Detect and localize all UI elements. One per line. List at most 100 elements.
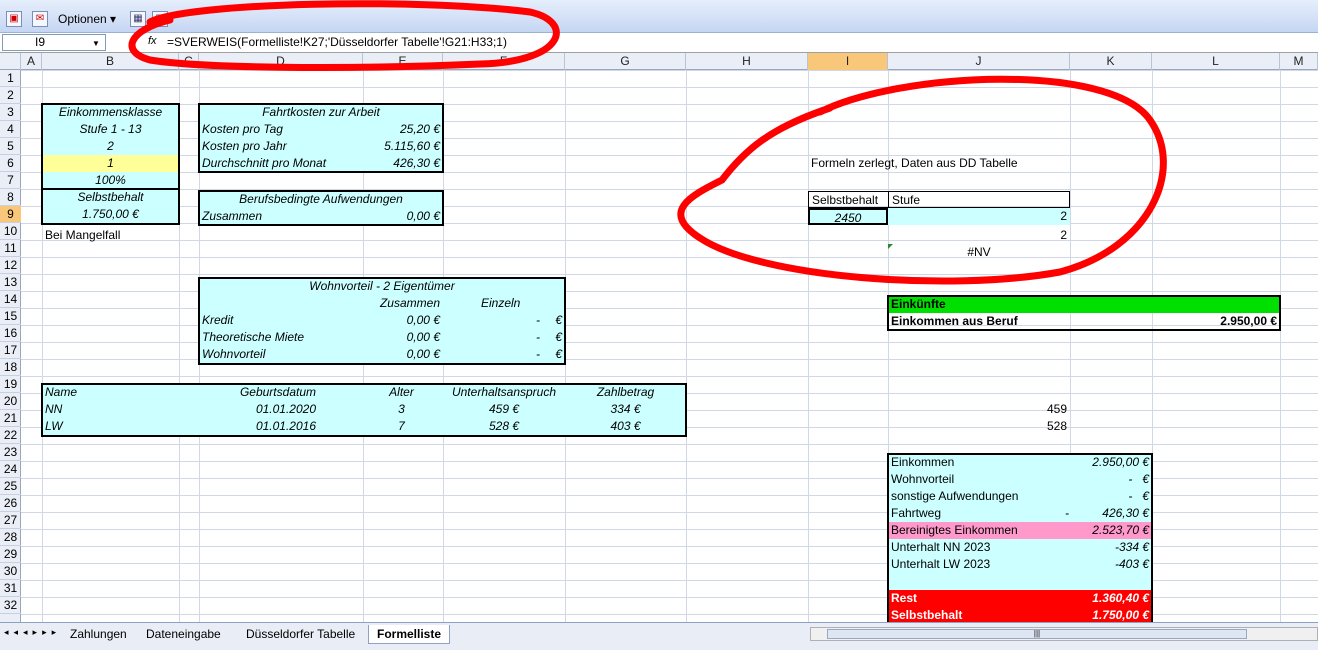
row-header[interactable]: 5	[0, 138, 21, 155]
summary-value[interactable]: -334 €	[1070, 539, 1152, 556]
summary-value[interactable]: 2.523,70 €	[1070, 522, 1152, 539]
wohnvorteil-einzeln[interactable]: -	[443, 329, 543, 346]
row-header[interactable]: 17	[0, 342, 21, 359]
summary-label[interactable]: Wohnvorteil	[888, 471, 1070, 488]
tab-formelliste[interactable]: Formelliste	[368, 625, 451, 644]
row-header[interactable]: 24	[0, 461, 21, 478]
wohnvorteil-zusammen[interactable]: 0,00 €	[363, 312, 443, 329]
row-header[interactable]: 29	[0, 546, 21, 563]
kinder-zahlbetrag[interactable]: 403 €	[565, 418, 686, 435]
k21-value[interactable]: 528	[888, 418, 1070, 435]
berufsbedingt-label[interactable]: Zusammen	[199, 208, 363, 225]
row-header[interactable]: 11	[0, 240, 21, 257]
wohnvorteil-label[interactable]: Wohnvorteil	[199, 346, 363, 363]
fahrtkosten-label[interactable]: Durchschnitt pro Monat	[199, 155, 363, 172]
row-header[interactable]: 13	[0, 274, 21, 291]
table-icon[interactable]: ▤	[152, 11, 168, 27]
row-header[interactable]: 12	[0, 257, 21, 274]
kinder-alter[interactable]: 7	[319, 418, 443, 435]
summary-label[interactable]: Fahrtweg	[888, 505, 1070, 522]
wohnvorteil-col-einzeln[interactable]: Einzeln	[443, 295, 565, 312]
row-header[interactable]: 23	[0, 444, 21, 461]
row-header[interactable]: 2	[0, 87, 21, 104]
row-header[interactable]: 9	[0, 206, 21, 223]
kinder-header-name[interactable]: Name	[42, 384, 199, 401]
column-header-e[interactable]: E	[363, 53, 443, 70]
fahrtkosten-value[interactable]: 426,30 €	[363, 155, 443, 172]
summary-value[interactable]: - €	[1070, 488, 1152, 505]
pdf-mail-icon[interactable]: ✉	[32, 11, 48, 27]
dd-selbstbehalt-header[interactable]: Selbstbehalt	[808, 191, 888, 208]
einkuenfte-title[interactable]: Einkünfte	[888, 296, 1280, 313]
row-header[interactable]: 3	[0, 104, 21, 121]
name-box[interactable]: I9	[2, 34, 106, 51]
wohnvorteil-col-zusammen[interactable]: Zusammen	[363, 295, 443, 312]
row-header[interactable]: 28	[0, 529, 21, 546]
wohnvorteil-einzeln[interactable]: -	[443, 312, 543, 329]
column-header-k[interactable]: K	[1070, 53, 1152, 70]
row-header[interactable]: 20	[0, 393, 21, 410]
column-header-d[interactable]: D	[199, 53, 363, 70]
column-header-a[interactable]: A	[21, 53, 42, 70]
kinder-unterhalt[interactable]: 459 €	[443, 401, 565, 418]
dd-j11-error[interactable]: #NV	[888, 244, 1070, 261]
tab-duesseldorfer-tabelle[interactable]: Düsseldorfer Tabelle	[238, 625, 363, 643]
summary-label[interactable]: Bereinigtes Einkommen	[888, 522, 1070, 539]
row-header[interactable]: 30	[0, 563, 21, 580]
stufe-label[interactable]: Stufe 1 - 13	[42, 121, 179, 138]
fahrtkosten-title[interactable]: Fahrtkosten zur Arbeit	[199, 104, 443, 121]
wohnvorteil-zusammen[interactable]: 0,00 €	[363, 329, 443, 346]
dd-j10-value[interactable]: 2	[888, 227, 1070, 244]
function-icon[interactable]: fx	[148, 35, 157, 47]
kinder-unterhalt[interactable]: 528 €	[443, 418, 565, 435]
row-header[interactable]: 6	[0, 155, 21, 172]
options-menu[interactable]: Optionen ▾	[58, 12, 116, 26]
fahrtkosten-value[interactable]: 25,20 €	[363, 121, 443, 138]
row-header[interactable]: 15	[0, 308, 21, 325]
column-header-c[interactable]: C	[179, 53, 199, 70]
row-header[interactable]: 14	[0, 291, 21, 308]
fahrtkosten-label[interactable]: Kosten pro Jahr	[199, 138, 363, 155]
stufe-value-2[interactable]: 2	[42, 138, 179, 155]
percent-value[interactable]: 100%	[42, 172, 179, 189]
dd-stufe-value[interactable]: 2	[888, 208, 1070, 225]
summary-label[interactable]: Einkommen	[888, 454, 1070, 471]
row-header[interactable]: 31	[0, 580, 21, 597]
column-header-f[interactable]: F	[443, 53, 565, 70]
select-all-corner[interactable]	[0, 53, 21, 70]
summary-label[interactable]	[888, 573, 1070, 590]
summary-label[interactable]: Unterhalt LW 2023	[888, 556, 1070, 573]
wohnvorteil-zusammen[interactable]: 0,00 €	[363, 346, 443, 363]
tab-dateneingabe[interactable]: Dateneingabe	[138, 625, 229, 643]
kinder-geburtsdatum[interactable]: 01.01.2020	[199, 401, 319, 418]
row-header[interactable]: 16	[0, 325, 21, 342]
row-header[interactable]: 1	[0, 70, 21, 87]
einkuenfte-label[interactable]: Einkommen aus Beruf	[888, 313, 1152, 330]
kinder-geburtsdatum[interactable]: 01.01.2016	[199, 418, 319, 435]
summary-value[interactable]	[1070, 573, 1152, 590]
einkommensklasse-title[interactable]: Einkommensklasse	[42, 104, 179, 121]
summary-value[interactable]: - €	[1070, 471, 1152, 488]
sheet-navigation-icon[interactable]: ◂◂◂▸▸▸	[4, 627, 61, 638]
tab-zahlungen[interactable]: Zahlungen	[62, 625, 135, 643]
pdf-icon[interactable]: ▣	[6, 11, 22, 27]
row-header[interactable]: 21	[0, 410, 21, 427]
row-header[interactable]: 10	[0, 223, 21, 240]
wohnvorteil-title[interactable]: Wohnvorteil - 2 Eigentümer	[199, 278, 565, 295]
kinder-header-geburtsdatum[interactable]: Geburtsdatum	[199, 384, 319, 401]
row-header[interactable]: 25	[0, 478, 21, 495]
row-header[interactable]: 22	[0, 427, 21, 444]
wohnvorteil-blank[interactable]	[199, 295, 363, 312]
berufsbedingt-value[interactable]: 0,00 €	[363, 208, 443, 225]
selbstbehalt-value[interactable]: 1.750,00 €	[42, 206, 179, 223]
summary-value[interactable]: 2.950,00 €	[1070, 454, 1152, 471]
dd-selbstbehalt-value-selected[interactable]: 2450	[808, 208, 888, 225]
berufsbedingt-title[interactable]: Berufsbedingte Aufwendungen	[199, 191, 443, 208]
kinder-header-alter[interactable]: Alter	[319, 384, 443, 401]
row-header[interactable]: 26	[0, 495, 21, 512]
fahrtkosten-value[interactable]: 5.115,60 €	[363, 138, 443, 155]
column-header-h[interactable]: H	[686, 53, 808, 70]
stufe-value-1[interactable]: 1	[42, 155, 179, 172]
scrollbar-thumb[interactable]: |||	[827, 629, 1247, 639]
row-header[interactable]: 8	[0, 189, 21, 206]
